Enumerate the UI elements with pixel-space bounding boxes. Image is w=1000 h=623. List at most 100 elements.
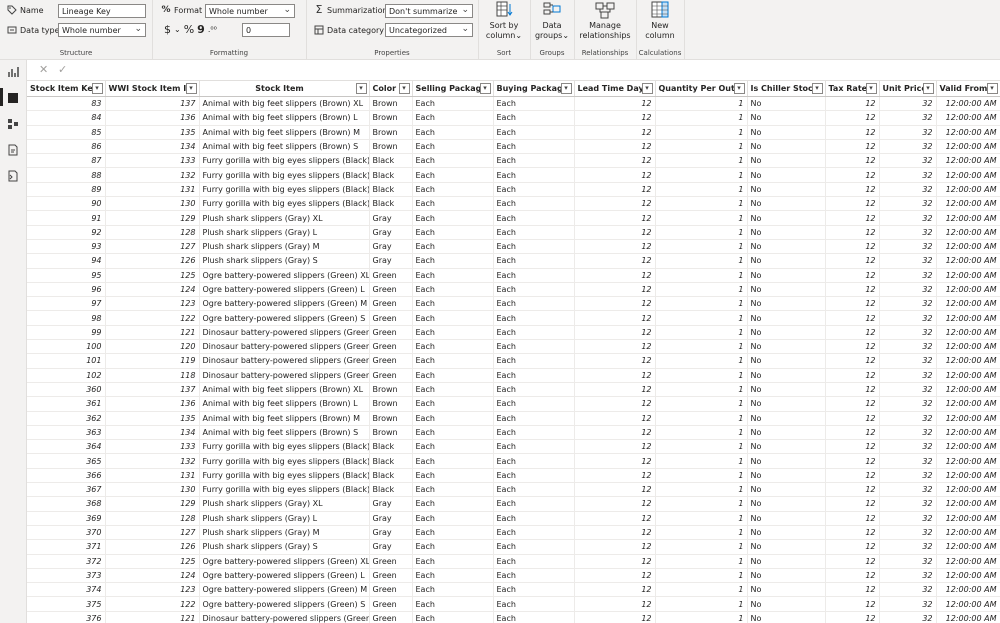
table-cell[interactable]: 122: [105, 310, 200, 326]
table-cell[interactable]: 12: [825, 511, 880, 526]
table-cell[interactable]: 1: [655, 425, 748, 441]
table-cell[interactable]: Each: [412, 353, 494, 369]
table-cell[interactable]: 91: [27, 210, 106, 226]
datacategory-select[interactable]: Uncategorized: [385, 22, 473, 37]
table-cell[interactable]: 12: [825, 253, 880, 269]
table-cell[interactable]: 32: [879, 568, 937, 584]
table-cell[interactable]: 32: [879, 225, 937, 240]
table-cell[interactable]: 92: [27, 225, 106, 240]
table-cell[interactable]: 1: [655, 482, 748, 498]
table-cell[interactable]: Each: [493, 582, 575, 598]
table-cell[interactable]: 102: [27, 368, 106, 383]
table-cell[interactable]: No: [747, 554, 826, 569]
table-cell[interactable]: 93: [27, 239, 106, 255]
table-cell[interactable]: 1: [655, 310, 748, 326]
table-cell[interactable]: 94: [27, 253, 106, 269]
table-cell[interactable]: Each: [412, 339, 494, 355]
tmdl-view-icon[interactable]: [7, 170, 19, 182]
table-cell[interactable]: 12: [574, 253, 656, 269]
table-cell[interactable]: 127: [105, 525, 200, 541]
table-cell[interactable]: 12:00:00 AM: [936, 611, 1000, 623]
table-cell[interactable]: No: [747, 339, 826, 355]
table-cell[interactable]: 137: [105, 96, 200, 112]
table-cell[interactable]: Each: [412, 554, 494, 569]
table-cell[interactable]: Each: [493, 153, 575, 169]
table-cell[interactable]: No: [747, 511, 826, 526]
table-cell[interactable]: 32: [879, 210, 937, 226]
table-cell[interactable]: 12: [825, 296, 880, 312]
table-cell[interactable]: 12:00:00 AM: [936, 411, 1000, 426]
table-cell[interactable]: No: [747, 325, 826, 341]
table-cell[interactable]: 134: [105, 425, 200, 441]
table-cell[interactable]: Each: [412, 582, 494, 598]
table-cell[interactable]: 1: [655, 125, 748, 140]
table-cell[interactable]: 98: [27, 310, 106, 326]
table-cell[interactable]: 1: [655, 296, 748, 312]
table-cell[interactable]: Each: [493, 496, 575, 512]
table-cell[interactable]: 12: [825, 96, 880, 112]
table-cell[interactable]: 12: [574, 425, 656, 441]
table-cell[interactable]: 371: [27, 539, 106, 555]
table-cell[interactable]: 12: [825, 496, 880, 512]
table-cell[interactable]: 12: [574, 511, 656, 526]
table-cell[interactable]: 126: [105, 253, 200, 269]
table-cell[interactable]: Animal with big feet slippers (Brown) M: [199, 411, 370, 426]
table-cell[interactable]: 32: [879, 167, 937, 183]
table-cell[interactable]: 32: [879, 310, 937, 326]
table-cell[interactable]: 87: [27, 153, 106, 169]
table-cell[interactable]: 12:00:00 AM: [936, 339, 1000, 355]
table-cell[interactable]: Each: [493, 167, 575, 183]
table-cell[interactable]: Each: [412, 382, 494, 398]
table-cell[interactable]: 1: [655, 268, 748, 283]
table-cell[interactable]: Each: [493, 339, 575, 355]
table-cell[interactable]: 12: [574, 96, 656, 112]
column-header[interactable]: Buying Package ▾: [493, 81, 575, 97]
table-cell[interactable]: 12:00:00 AM: [936, 325, 1000, 341]
table-cell[interactable]: No: [747, 582, 826, 598]
table-cell[interactable]: Brown: [369, 382, 413, 398]
table-cell[interactable]: Each: [493, 268, 575, 283]
table-cell[interactable]: Gray: [369, 539, 413, 555]
table-cell[interactable]: 32: [879, 153, 937, 169]
currency-dropdown-icon[interactable]: ⌄: [174, 25, 181, 34]
table-cell[interactable]: Each: [493, 596, 575, 612]
table-cell[interactable]: 32: [879, 554, 937, 569]
table-cell[interactable]: 12: [574, 268, 656, 283]
table-cell[interactable]: No: [747, 139, 826, 155]
table-cell[interactable]: 12:00:00 AM: [936, 468, 1000, 484]
table-cell[interactable]: 32: [879, 125, 937, 140]
table-cell[interactable]: 32: [879, 525, 937, 541]
table-cell[interactable]: Each: [412, 296, 494, 312]
table-cell[interactable]: 12: [574, 353, 656, 369]
table-cell[interactable]: 12: [825, 268, 880, 283]
summarization-select[interactable]: Don't summarize: [385, 3, 473, 18]
table-cell[interactable]: 12: [825, 225, 880, 240]
table-cell[interactable]: 12: [574, 525, 656, 541]
table-cell[interactable]: 12:00:00 AM: [936, 582, 1000, 598]
table-cell[interactable]: 12:00:00 AM: [936, 382, 1000, 398]
table-cell[interactable]: 12: [574, 411, 656, 426]
table-cell[interactable]: Each: [493, 310, 575, 326]
table-cell[interactable]: 12: [574, 539, 656, 555]
table-cell[interactable]: Animal with big feet slippers (Brown) S: [199, 139, 370, 155]
table-cell[interactable]: 86: [27, 139, 106, 155]
table-cell[interactable]: Each: [493, 325, 575, 341]
table-cell[interactable]: 1: [655, 368, 748, 383]
table-cell[interactable]: 12: [825, 182, 880, 198]
table-cell[interactable]: Ogre battery-powered slippers (Green) M: [199, 582, 370, 598]
table-cell[interactable]: 12:00:00 AM: [936, 482, 1000, 498]
table-cell[interactable]: Each: [493, 282, 575, 298]
table-cell[interactable]: 1: [655, 468, 748, 484]
table-cell[interactable]: Furry gorilla with big eyes slippers (Bl…: [199, 482, 370, 498]
column-header[interactable]: Quantity Per Outer ▾: [655, 81, 748, 97]
table-cell[interactable]: 12: [825, 411, 880, 426]
table-cell[interactable]: No: [747, 525, 826, 541]
table-cell[interactable]: Gray: [369, 225, 413, 240]
table-cell[interactable]: 12: [574, 310, 656, 326]
table-cell[interactable]: 12: [574, 439, 656, 455]
table-cell[interactable]: 12:00:00 AM: [936, 596, 1000, 612]
table-cell[interactable]: Green: [369, 296, 413, 312]
table-cell[interactable]: 12: [825, 167, 880, 183]
table-cell[interactable]: 12:00:00 AM: [936, 425, 1000, 441]
table-cell[interactable]: Each: [412, 425, 494, 441]
